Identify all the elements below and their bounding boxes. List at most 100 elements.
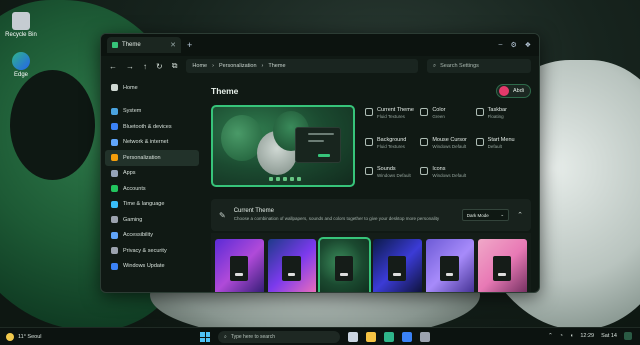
brush-icon: ✎ — [219, 210, 226, 220]
breadcrumb-theme[interactable]: Theme — [268, 63, 285, 69]
sidebar-item-system[interactable]: System — [105, 104, 199, 120]
property-current-theme[interactable]: Current Theme Fluid Textures — [365, 107, 420, 128]
recycle-bin-icon — [12, 12, 30, 30]
theme-gallery — [211, 233, 531, 292]
breadcrumb[interactable]: Home › Personalization › Theme — [186, 59, 418, 73]
property-background[interactable]: Background Fluid Textures — [365, 137, 420, 158]
monitor-icon — [111, 107, 118, 115]
theme-thumbnail-purple-blue[interactable] — [215, 239, 264, 292]
clock-date[interactable]: Sat 14 — [601, 333, 617, 339]
tab-label: Theme — [122, 42, 141, 48]
theme-thumbnail-fluid-green[interactable] — [318, 237, 372, 292]
sidebar-item-label: Apps — [123, 170, 136, 177]
theme-thumbnail-pink-dune[interactable] — [478, 239, 528, 292]
theme-properties: Current Theme Fluid Textures Color Green Tas… — [365, 105, 531, 187]
store-icon[interactable] — [402, 332, 412, 342]
property-icons[interactable]: Icons Windows Default — [420, 166, 475, 187]
bluetooth-icon — [111, 123, 118, 131]
cursor-icon — [420, 137, 429, 146]
taskbar-search[interactable]: ⌕ Type here to search — [218, 331, 340, 343]
theme-thumbnail-deep-blue[interactable] — [373, 239, 422, 292]
grid-icon — [420, 167, 429, 176]
close-tab-icon[interactable]: ✕ — [170, 41, 176, 49]
edge-icon[interactable] — [384, 332, 394, 342]
apps-icon — [111, 169, 118, 177]
notification-icon[interactable] — [624, 332, 632, 340]
settings-icon[interactable] — [420, 332, 430, 342]
edge-icon — [12, 52, 30, 70]
start-button[interactable] — [200, 332, 210, 342]
brush-icon — [365, 108, 373, 116]
sidebar: Home System Bluetooth & devices Network & i… — [101, 76, 203, 292]
gamepad-icon — [111, 216, 118, 224]
person-icon — [111, 185, 118, 193]
task-view-icon[interactable] — [348, 332, 358, 342]
update-icon — [111, 262, 118, 270]
external-link-icon[interactable]: ⧉ — [172, 61, 178, 71]
settings-app-icon — [112, 42, 118, 48]
wifi-icon[interactable]: ◔ — [560, 333, 563, 339]
theme-thumbnail-blue-pink[interactable] — [267, 239, 317, 292]
user-name: Abdi — [512, 88, 524, 94]
sidebar-item-label: Privacy & security — [123, 247, 167, 254]
sidebar-item-home[interactable]: Home — [105, 80, 199, 96]
property-sounds[interactable]: Sounds Windows Default — [365, 166, 420, 187]
sidebar-item-privacy-security[interactable]: Privacy & security — [105, 243, 199, 259]
sidebar-item-gaming[interactable]: Gaming — [105, 212, 199, 228]
sun-icon — [6, 332, 14, 341]
chevron-up-icon[interactable]: ⌃ — [548, 333, 553, 339]
current-theme-section: ✎ Current Theme Choose a combination of … — [211, 199, 531, 231]
property-taskbar[interactable]: Taskbar Floating — [475, 107, 531, 128]
desktop-icon-edge[interactable]: Edge — [1, 52, 41, 78]
home-icon — [111, 84, 118, 92]
navigation-bar: ← → ↑ ↻ ⧉ Home › Personalization › Theme ⌕… — [101, 56, 539, 76]
new-tab-button[interactable]: + — [187, 40, 192, 50]
forward-icon[interactable]: → — [126, 62, 134, 71]
search-input[interactable]: ⌕ Search Settings — [427, 59, 531, 73]
property-color[interactable]: Color Green — [420, 107, 475, 128]
sidebar-item-label: Home — [123, 84, 138, 91]
sidebar-item-accessibility[interactable]: Accessibility — [105, 228, 199, 244]
main-content: Theme Abdi Current ThemeFluid Textures — [203, 76, 539, 292]
breadcrumb-home[interactable]: Home — [192, 63, 207, 69]
sidebar-item-accounts[interactable]: Accounts — [105, 181, 199, 197]
settings-window: Theme ✕ + – ⚙ ❖ ← → ↑ ↻ ⧉ Home › Personal… — [100, 33, 540, 293]
theme-preview[interactable] — [211, 105, 355, 187]
collapse-chevron-icon[interactable]: ⌃ — [517, 211, 523, 219]
avatar — [498, 86, 509, 96]
sidebar-item-windows-update[interactable]: Windows Update — [105, 259, 199, 275]
sidebar-item-personalization[interactable]: Personalization — [105, 150, 199, 166]
clock-time[interactable]: 12:29 — [580, 333, 594, 339]
palette-icon — [420, 108, 429, 116]
current-theme-title: Current Theme — [233, 208, 274, 215]
brush-icon — [111, 154, 118, 162]
back-icon[interactable]: ← — [109, 62, 117, 71]
taskbar-icon — [475, 108, 484, 116]
mode-dropdown[interactable]: Dark Mode ⌄ — [461, 209, 510, 221]
theme-thumbnail-violet[interactable] — [425, 239, 475, 292]
sidebar-item-bluetooth-devices[interactable]: Bluetooth & devices — [105, 119, 199, 135]
sidebar-item-apps[interactable]: Apps — [105, 166, 199, 182]
chevron-down-icon: ⌄ — [500, 212, 505, 217]
desktop: Recycle Bin Edge Theme ✕ + – ⚙ ❖ ← → ↑ ↻… — [0, 0, 640, 345]
speaker-icon[interactable]: ◖ — [570, 333, 573, 339]
minimize-icon[interactable]: – — [499, 41, 503, 49]
accessibility-icon — [111, 231, 118, 239]
sidebar-item-label: Personalization — [123, 154, 161, 161]
desktop-icon-recycle-bin[interactable]: Recycle Bin — [1, 12, 41, 38]
extensions-icon[interactable]: ❖ — [525, 41, 531, 49]
user-button[interactable]: Abdi — [495, 84, 531, 98]
image-icon — [365, 137, 373, 146]
explorer-icon[interactable] — [366, 332, 376, 342]
tab-theme[interactable]: Theme ✕ — [107, 37, 181, 53]
breadcrumb-personalization[interactable]: Personalization — [219, 63, 257, 69]
sidebar-item-time-language[interactable]: Time & language — [105, 197, 199, 213]
sidebar-item-network-internet[interactable]: Network & internet — [105, 135, 199, 151]
refresh-icon[interactable]: ↻ — [156, 62, 163, 71]
property-mouse-cursor[interactable]: Mouse Cursor Windows Default — [420, 137, 475, 158]
settings-gear-icon[interactable]: ⚙ — [510, 41, 516, 49]
weather-widget[interactable]: 11° Seoul — [0, 332, 42, 341]
up-icon[interactable]: ↑ — [143, 62, 147, 71]
title-bar: Theme ✕ + – ⚙ ❖ — [101, 34, 539, 56]
property-start-menu[interactable]: Start Menu Default — [475, 137, 531, 158]
